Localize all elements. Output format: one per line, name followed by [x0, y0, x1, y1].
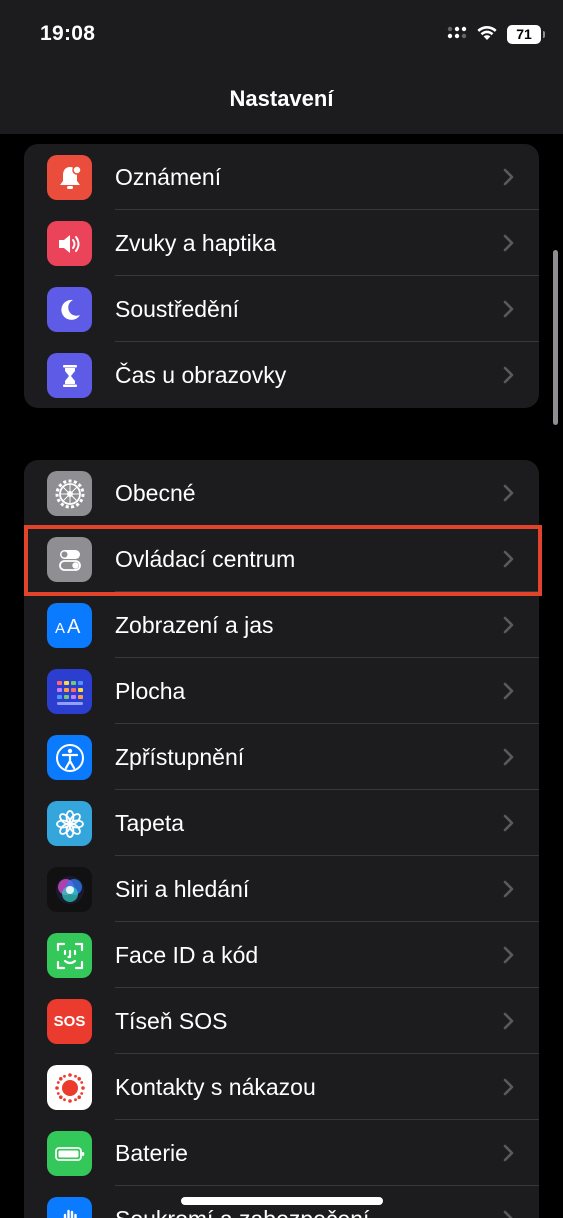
status-bar: 19:08 71 [0, 0, 563, 70]
home-screen-grid-icon [47, 669, 92, 714]
settings-row-label: Tapeta [115, 809, 185, 836]
chevron-right-icon [503, 234, 514, 252]
settings-row-exposure-notifications[interactable]: Kontakty s nákazou [24, 1054, 539, 1120]
chevron-right-icon [503, 616, 514, 634]
svg-text:A: A [55, 620, 65, 637]
settings-row-battery[interactable]: Baterie [24, 1120, 539, 1186]
settings-row-label: Siri a hledání [115, 875, 250, 902]
settings-row-label: Soustředění [115, 295, 240, 322]
settings-row-label: Zvuky a haptika [115, 229, 277, 256]
settings-row-label: Zobrazení a jas [115, 611, 274, 638]
gear-icon [47, 471, 92, 516]
sos-icon: SOS [47, 999, 92, 1044]
chevron-right-icon [503, 682, 514, 700]
siri-icon [47, 867, 92, 912]
cellular-signal-icon [447, 24, 467, 45]
chevron-right-icon [503, 300, 514, 318]
settings-group-general: Obecné Ovládací centrum A A Zobrazení a … [24, 460, 539, 1218]
moon-icon [47, 287, 92, 332]
exposure-icon [47, 1065, 92, 1110]
scroll-indicator[interactable] [553, 250, 558, 425]
page-title: Nastavení [229, 86, 334, 111]
settings-row-wallpaper[interactable]: Tapeta [24, 790, 539, 856]
flower-icon [47, 801, 92, 846]
accessibility-icon [47, 735, 92, 780]
chevron-right-icon [503, 366, 514, 384]
settings-row-emergency-sos[interactable]: SOS Tíseň SOS [24, 988, 539, 1054]
wifi-icon [475, 23, 499, 46]
settings-row-focus[interactable]: Soustředění [24, 276, 539, 342]
home-indicator[interactable] [181, 1197, 383, 1205]
text-size-icon: A A [47, 603, 92, 648]
settings-row-general[interactable]: Obecné [24, 460, 539, 526]
chevron-right-icon [503, 1144, 514, 1162]
settings-row-label: Baterie [115, 1139, 188, 1166]
svg-text:A: A [67, 616, 81, 638]
chevron-right-icon [503, 748, 514, 766]
settings-row-home-screen[interactable]: Plocha [24, 658, 539, 724]
settings-row-label: Obecné [115, 479, 196, 506]
hourglass-icon [47, 353, 92, 398]
battery-icon [47, 1131, 92, 1176]
chevron-right-icon [503, 550, 514, 568]
face-id-icon [47, 933, 92, 978]
settings-row-screen-time[interactable]: Čas u obrazovky [24, 342, 539, 408]
settings-row-label: Oznámení [115, 163, 222, 190]
settings-row-sounds[interactable]: Zvuky a haptika [24, 210, 539, 276]
settings-row-label: Kontakty s nákazou [115, 1073, 316, 1100]
toggles-icon [47, 537, 92, 582]
speaker-icon [47, 221, 92, 266]
settings-row-label: Plocha [115, 677, 186, 704]
battery-indicator: 71 [507, 24, 545, 44]
settings-row-accessibility[interactable]: Zpřístupnění [24, 724, 539, 790]
navigation-bar: Nastavení [0, 70, 563, 134]
chevron-right-icon [503, 814, 514, 832]
sos-icon-text: SOS [53, 1013, 86, 1030]
chevron-right-icon [503, 484, 514, 502]
settings-row-face-id[interactable]: Face ID a kód [24, 922, 539, 988]
chevron-right-icon [503, 1078, 514, 1096]
settings-row-notifications[interactable]: Oznámení [24, 144, 539, 210]
chevron-right-icon [503, 1012, 514, 1030]
chevron-right-icon [503, 880, 514, 898]
chevron-right-icon [503, 946, 514, 964]
settings-row-label: Face ID a kód [115, 941, 259, 968]
settings-row-display[interactable]: A A Zobrazení a jas [24, 592, 539, 658]
chevron-right-icon [503, 1210, 513, 1218]
chevron-right-icon [503, 168, 514, 186]
settings-row-control-center[interactable]: Ovládací centrum [24, 526, 539, 592]
status-icons: 71 [447, 23, 545, 46]
settings-row-label: Tíseň SOS [115, 1007, 228, 1034]
settings-row-siri[interactable]: Siri a hledání [24, 856, 539, 922]
settings-row-label: Zpřístupnění [115, 743, 245, 770]
settings-row-label: Ovládací centrum [115, 545, 296, 572]
bell-badge-icon [47, 155, 92, 200]
settings-row-label: Soukromí a zabezpečení [115, 1206, 369, 1218]
settings-row-label: Čas u obrazovky [115, 361, 287, 388]
hand-icon [47, 1197, 92, 1218]
settings-group-notifications: Oznámení Zvuky a haptika Soustředění Čas… [24, 144, 539, 408]
status-time: 19:08 [40, 22, 96, 45]
